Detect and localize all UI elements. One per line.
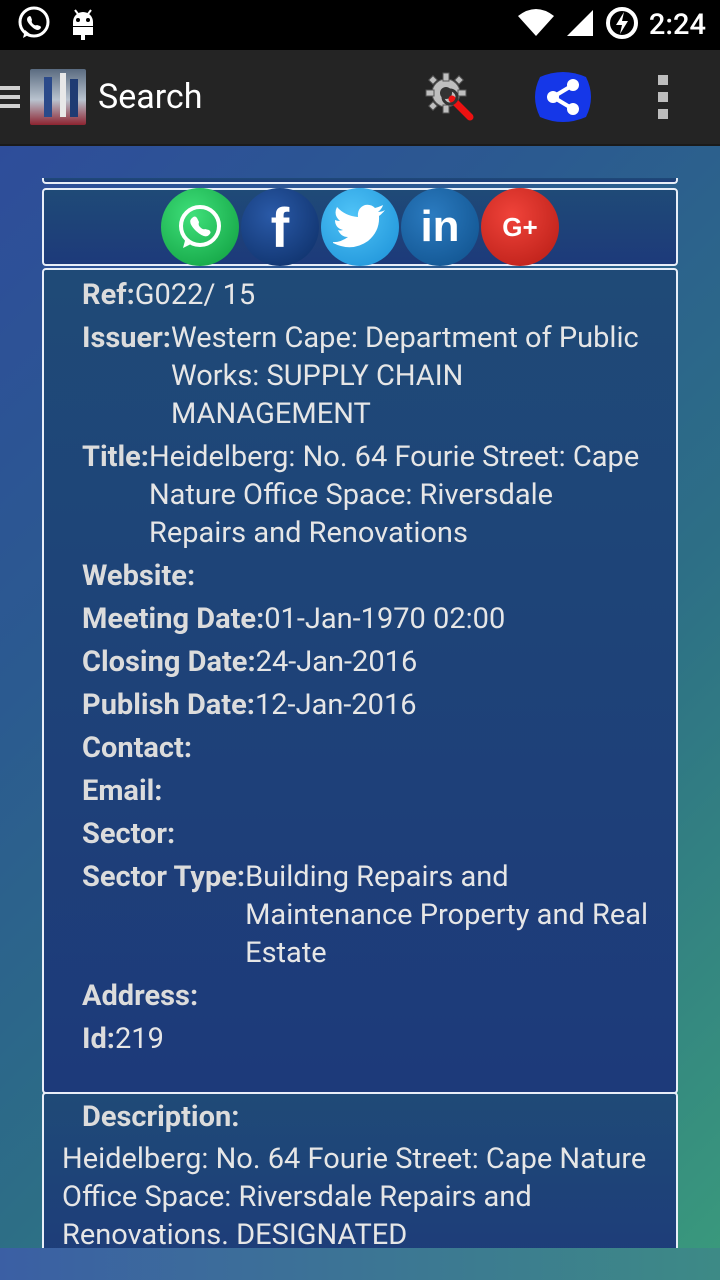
android-debug-icon [68,6,98,44]
publish-date-row: Publish Date: 12-Jan-2016 [82,686,656,724]
publish-date-value: 12-Jan-2016 [254,688,417,722]
app-logo[interactable] [30,69,86,125]
linkedin-share-button[interactable]: in [401,188,479,266]
signal-icon [565,8,595,42]
ref-row: Ref: G022/ 15 [82,276,656,314]
google-plus-icon: G+ [502,211,538,242]
email-row: Email: [82,772,656,810]
previous-panel-edge [42,178,678,184]
id-label: Id: [82,1022,115,1056]
title-value: Heidelberg: No. 64 Fourie Street: Cape N… [148,440,640,550]
website-row: Website: [82,557,656,595]
google-plus-share-button[interactable]: G+ [481,188,559,266]
meeting-date-label: Meeting Date: [82,602,265,636]
closing-date-value: 24-Jan-2016 [255,645,418,679]
email-label: Email: [82,774,163,808]
tender-details-panel: Ref: G022/ 15 Issuer: Western Cape: Depa… [42,268,678,1094]
title-label: Title: [82,440,149,474]
issuer-value: Western Cape: Department of Public Works… [170,321,639,431]
title-row: Title: Heidelberg: No. 64 Fourie Street:… [82,438,656,552]
linkedin-icon: in [420,202,460,251]
whatsapp-icon [16,5,52,45]
facebook-icon: f [270,195,290,259]
meeting-date-row: Meeting Date: 01-Jan-1970 02:00 [82,600,656,638]
sector-row: Sector: [82,815,656,853]
hamburger-icon[interactable] [0,82,22,112]
clock: 2:24 [648,8,706,42]
status-bar: 2:24 [0,0,720,50]
address-row: Address: [82,977,656,1015]
wifi-icon [517,8,555,42]
contact-label: Contact: [82,731,193,765]
publish-date-label: Publish Date: [82,688,255,722]
facebook-share-button[interactable]: f [241,188,319,266]
sector-label: Sector: [82,817,176,851]
action-bar: Search [0,50,720,146]
website-label: Website: [82,559,196,593]
meeting-date-value: 01-Jan-1970 02:00 [264,602,506,636]
whatsapp-share-button[interactable] [161,188,239,266]
share-icon[interactable] [532,69,594,125]
description-text: Heidelberg: No. 64 Fourie Street: Cape N… [62,1142,647,1252]
issuer-label: Issuer: [82,321,171,355]
whatsapp-icon [179,205,221,248]
settings-search-icon[interactable] [424,71,476,123]
ref-value: G022/ 15 [134,278,256,312]
closing-date-row: Closing Date: 24-Jan-2016 [82,643,656,681]
id-row: Id: 219 [82,1020,656,1058]
twitter-icon [333,204,385,248]
overflow-menu-icon[interactable] [658,75,670,119]
battery-charging-icon [605,6,639,44]
bottom-background-strip [0,1248,720,1280]
sector-type-value: Building Repairs and Maintenance Propert… [245,860,649,970]
issuer-row: Issuer: Western Cape: Department of Publ… [82,319,656,433]
closing-date-label: Closing Date: [82,645,256,679]
share-panel: f in G+ [42,188,678,266]
id-value: 219 [114,1022,164,1056]
page-title: Search [98,77,203,117]
sector-type-row: Sector Type: Building Repairs and Mainte… [82,858,656,972]
description-label: Description: [82,1100,240,1134]
content-area: f in G+ Ref: G022/ 15 Issuer: Western Ca… [0,146,720,1280]
address-label: Address: [82,979,199,1013]
contact-row: Contact: [82,729,656,767]
sector-type-label: Sector Type: [82,860,246,894]
twitter-share-button[interactable] [321,188,399,266]
ref-label: Ref: [82,278,135,312]
